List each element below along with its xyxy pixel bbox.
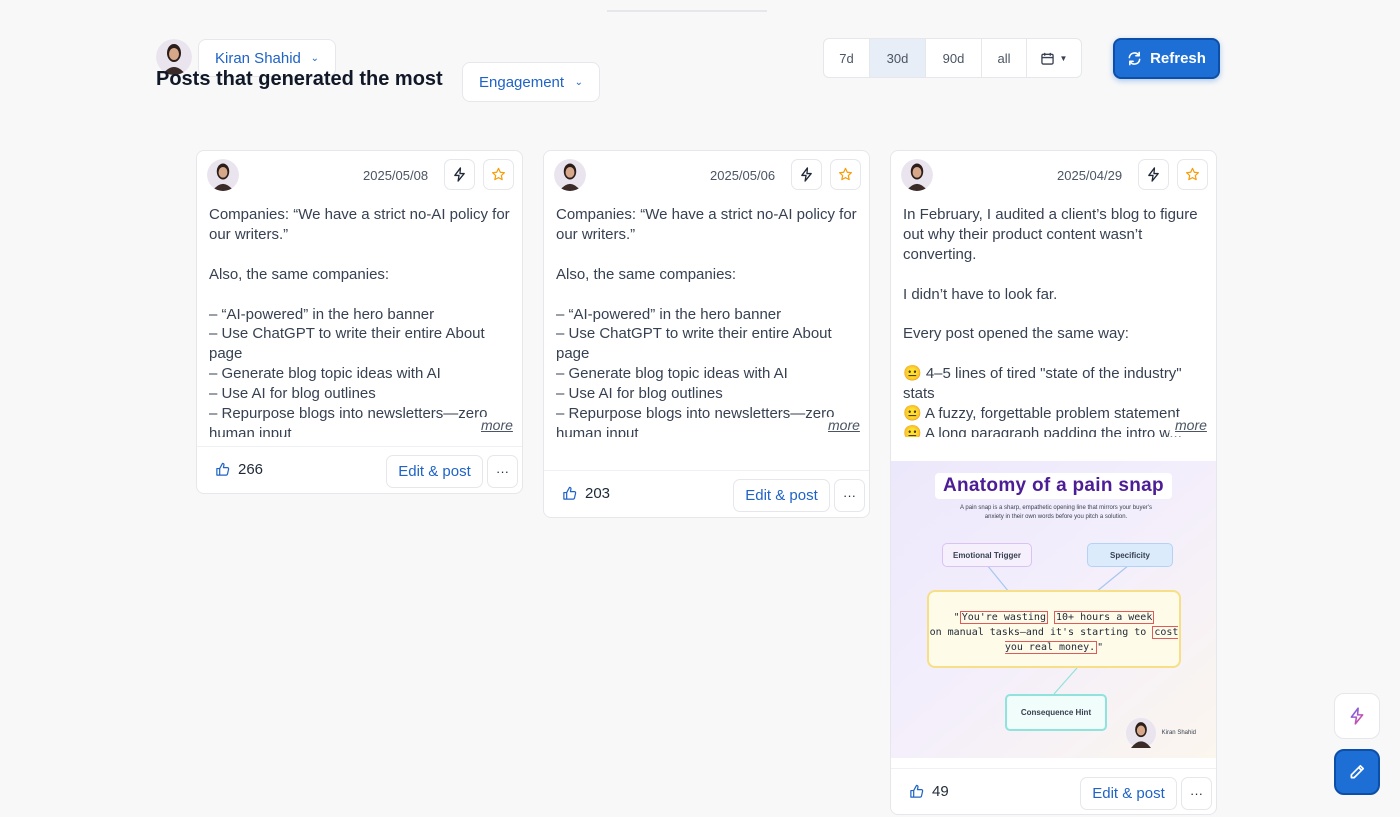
tag-consequence-hint: Consequence Hint — [1005, 694, 1107, 731]
post-card: 2025/05/06 Companies: “We have a strict … — [543, 150, 870, 518]
range-30d-button[interactable]: 30d — [870, 39, 926, 77]
boost-button[interactable] — [1138, 159, 1169, 190]
calendar-dropdown-button[interactable]: ▼ — [1027, 39, 1081, 77]
post-date: 2025/05/06 — [710, 168, 776, 183]
more-options-button[interactable]: ··· — [487, 455, 518, 488]
star-icon — [838, 167, 853, 181]
tag-specificity: Specificity — [1087, 543, 1173, 567]
pencil-icon — [1350, 764, 1365, 779]
likes: 266 — [215, 461, 263, 478]
edit-post-button[interactable]: Edit & post — [386, 455, 483, 488]
caret-down-icon: ▼ — [1059, 53, 1068, 63]
lightning-bolt-icon — [801, 167, 812, 182]
author-name: Kiran Shahid — [1161, 730, 1196, 736]
profile-name: Kiran Shahid — [215, 49, 301, 67]
lightning-bolt-icon — [1350, 707, 1364, 725]
tag-emotional-trigger: Emotional Trigger — [942, 543, 1032, 567]
post-image[interactable]: Anatomy of a pain snap A pain snap is a … — [891, 461, 1216, 758]
thumbs-up-icon — [910, 784, 924, 798]
range-all-button[interactable]: all — [982, 39, 1027, 77]
lightning-bolt-icon — [1148, 167, 1159, 182]
image-author: Kiran Shahid — [1125, 718, 1196, 748]
boost-button[interactable] — [791, 159, 822, 190]
range-7d-button[interactable]: 7d — [824, 39, 870, 77]
lightning-bolt-icon — [454, 167, 465, 182]
author-avatar — [1125, 718, 1156, 748]
post-card: 2025/04/29 In February, I audited a clie… — [890, 150, 1217, 815]
more-link[interactable]: more — [820, 417, 860, 433]
likes: 49 — [909, 783, 949, 800]
thumbs-up-icon — [563, 486, 577, 500]
likes: 203 — [562, 485, 610, 502]
post-text: Companies: “We have a strict no-AI polic… — [209, 206, 510, 437]
ai-assist-button[interactable] — [1334, 693, 1380, 739]
quote-middle: on manual tasks—and it's starting to — [929, 627, 1147, 638]
quote-mark: " — [1097, 642, 1104, 653]
metric-select[interactable]: Engagement ⌄ — [462, 62, 600, 102]
avatar — [901, 159, 933, 191]
edit-post-button[interactable]: Edit & post — [1080, 777, 1177, 810]
quote-mark: " — [953, 612, 960, 623]
range-90d-button[interactable]: 90d — [926, 39, 982, 77]
post-text: In February, I audited a client’s blog t… — [903, 206, 1198, 437]
calendar-icon — [1040, 52, 1054, 65]
more-link[interactable]: more — [473, 417, 513, 433]
avatar — [207, 159, 239, 191]
favorite-button[interactable] — [830, 159, 861, 190]
more-options-button[interactable]: ··· — [834, 479, 865, 512]
star-icon — [491, 167, 506, 181]
likes-count: 266 — [238, 461, 264, 478]
refresh-button[interactable]: Refresh — [1113, 38, 1220, 79]
favorite-button[interactable] — [1177, 159, 1208, 190]
refresh-icon — [1128, 51, 1141, 66]
edit-post-button[interactable]: Edit & post — [733, 479, 830, 512]
chevron-down-icon: ⌄ — [574, 76, 583, 88]
post-date: 2025/04/29 — [1057, 168, 1123, 183]
post-date: 2025/05/08 — [363, 168, 429, 183]
post-text: Companies: “We have a strict no-AI polic… — [556, 206, 857, 437]
quote-highlight-wasting: You're wasting — [959, 611, 1048, 624]
likes-count: 49 — [932, 783, 949, 800]
favorite-button[interactable] — [483, 159, 514, 190]
more-options-button[interactable]: ··· — [1181, 777, 1212, 810]
likes-count: 203 — [585, 485, 611, 502]
date-range-group: 7d 30d 90d all ▼ — [823, 38, 1082, 78]
quote-highlight-hours: 10+ hours a week — [1054, 611, 1155, 624]
compose-button[interactable] — [1334, 749, 1380, 795]
boost-button[interactable] — [444, 159, 475, 190]
top-divider — [607, 10, 767, 12]
refresh-label: Refresh — [1150, 50, 1206, 67]
post-card: 2025/05/08 Companies: “We have a strict … — [196, 150, 523, 494]
more-link[interactable]: more — [1167, 417, 1207, 433]
avatar — [554, 159, 586, 191]
image-quote: " You're wasting 10+ hours a week on manu… — [927, 590, 1181, 668]
metric-selected: Engagement — [479, 73, 565, 91]
chevron-down-icon: ⌄ — [310, 52, 319, 64]
page-title: Posts that generated the most — [156, 68, 443, 90]
star-icon — [1185, 167, 1200, 181]
thumbs-up-icon — [216, 462, 230, 476]
